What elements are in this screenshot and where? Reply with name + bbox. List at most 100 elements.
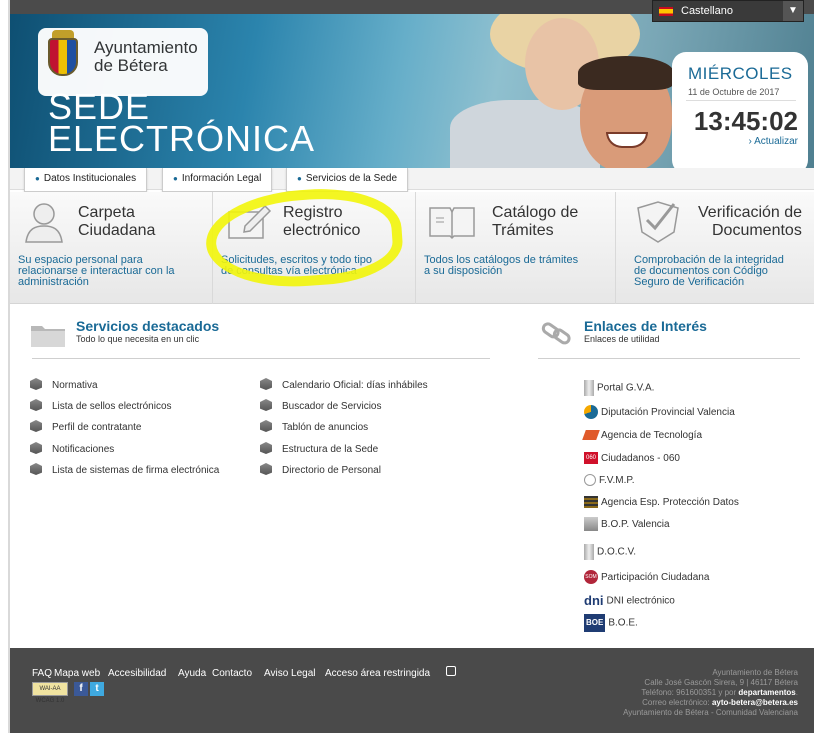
item-label: Calendario Oficial: días inhábiles bbox=[282, 380, 428, 391]
departamentos-link[interactable]: departamentos bbox=[738, 688, 795, 697]
tab-label: Información Legal bbox=[181, 173, 262, 184]
service-verificacion-documentos[interactable]: Verificación de Documentos Comprobación … bbox=[616, 192, 814, 304]
footer-address-org: Ayuntamiento de Bétera bbox=[712, 668, 798, 677]
footer-link-faq[interactable]: FAQ bbox=[32, 668, 52, 679]
service-catalogo-tramites[interactable]: Catálogo de Trámites Todos los catálogos… bbox=[416, 192, 616, 304]
link-label: Agencia Esp. Protección Datos bbox=[601, 497, 739, 508]
email-link[interactable]: ayto-betera@betera.es bbox=[712, 698, 798, 707]
divider bbox=[32, 358, 490, 359]
bop-logo-icon bbox=[584, 517, 598, 532]
email-label: Correo electrónico: bbox=[642, 698, 710, 707]
tab-label: Servicios de la Sede bbox=[305, 173, 398, 184]
bullet-icon: ● bbox=[35, 174, 40, 183]
service-desc2: a su disposición bbox=[424, 265, 503, 277]
list-item[interactable]: Calendario Oficial: días inhábiles bbox=[260, 378, 428, 391]
org-name-line1: Ayuntamiento bbox=[94, 38, 198, 57]
wai-badge[interactable]: WAI-AA WCAG 1.0 bbox=[32, 682, 68, 704]
link-boe[interactable]: BOE B.O.E. bbox=[584, 614, 638, 632]
box-icon bbox=[30, 463, 42, 475]
box-icon bbox=[260, 420, 272, 432]
link-060[interactable]: 060 Ciudadanos - 060 bbox=[584, 451, 680, 467]
twitter-icon[interactable]: t bbox=[90, 682, 104, 696]
gva-logo-icon bbox=[584, 380, 594, 396]
link-participacion[interactable]: SOM Participación Ciudadana bbox=[584, 570, 709, 586]
item-label: Perfil de contratante bbox=[52, 422, 142, 433]
link-label: Diputación Provincial Valencia bbox=[601, 407, 735, 418]
link-fvmp[interactable]: F.V.M.P. bbox=[584, 473, 635, 489]
footer-link-mapa-web[interactable]: Mapa web bbox=[54, 668, 100, 679]
phone-text: Teléfono: 961600351 y por bbox=[641, 688, 737, 697]
header-photo bbox=[430, 14, 700, 168]
box-icon bbox=[260, 399, 272, 411]
book-icon bbox=[429, 207, 475, 240]
list-item[interactable]: Tablón de anuncios bbox=[260, 420, 368, 433]
bullet-icon: ● bbox=[297, 174, 302, 183]
section-title-enlaces: Enlaces de Interés bbox=[584, 318, 707, 334]
box-icon bbox=[30, 378, 42, 390]
link-label: F.V.M.P. bbox=[599, 475, 635, 486]
link-diputacion[interactable]: Diputación Provincial Valencia bbox=[584, 405, 735, 421]
link-docv[interactable]: D.O.C.V. bbox=[584, 544, 636, 560]
diputacion-logo-icon bbox=[584, 405, 598, 420]
link-bop-valencia[interactable]: B.O.P. Valencia bbox=[584, 517, 670, 533]
footer-link-acceso-restringido[interactable]: Acceso área restringida bbox=[325, 668, 430, 679]
fvmp-logo-icon bbox=[584, 474, 596, 487]
link-proteccion-datos[interactable]: Agencia Esp. Protección Datos bbox=[584, 495, 739, 511]
link-label: Agencia de Tecnología bbox=[601, 430, 703, 441]
coat-of-arms-icon bbox=[48, 38, 78, 76]
list-item[interactable]: Lista de sellos electrónicos bbox=[30, 399, 172, 412]
refresh-link[interactable]: › Actualizar bbox=[749, 136, 798, 147]
link-label: B.O.P. Valencia bbox=[601, 519, 670, 530]
footer-link-ayuda[interactable]: Ayuda bbox=[178, 668, 206, 679]
language-label: Castellano bbox=[681, 5, 733, 17]
list-item[interactable]: Normativa bbox=[30, 378, 98, 391]
footer-address-street: Calle José Gascón Sirera, 9 | 46117 Béte… bbox=[644, 678, 798, 687]
footer-region: Ayuntamiento de Bétera - Comunidad Valen… bbox=[623, 708, 798, 717]
link-portal-gva[interactable]: Portal G.V.A. bbox=[584, 380, 654, 396]
section-subtitle-destacados: Todo lo que necesita en un clic bbox=[76, 334, 200, 344]
link-label: DNI electrónico bbox=[606, 595, 675, 607]
item-label: Lista de sellos electrónicos bbox=[52, 401, 172, 412]
weekday: MIÉRCOLES bbox=[688, 64, 793, 83]
item-label: Lista de sistemas de firma electrónica bbox=[52, 465, 220, 476]
service-title1: Carpeta bbox=[78, 204, 135, 221]
link-dni[interactable]: dni DNI electrónico bbox=[584, 593, 675, 609]
section-subtitle-enlaces: Enlaces de utilidad bbox=[584, 334, 660, 344]
list-item[interactable]: Lista de sistemas de firma electrónica bbox=[30, 463, 219, 476]
shield-check-icon bbox=[637, 201, 679, 243]
service-carpeta-ciudadana[interactable]: Carpeta Ciudadana Su espacio personal pa… bbox=[10, 192, 213, 304]
tab-informacion-legal[interactable]: ● Información Legal bbox=[162, 168, 273, 192]
list-item[interactable]: Buscador de Servicios bbox=[260, 399, 382, 412]
list-item[interactable]: Estructura de la Sede bbox=[260, 442, 378, 455]
badge-060-icon: 060 bbox=[584, 452, 598, 465]
box-icon bbox=[30, 420, 42, 432]
footer: FAQ Mapa web Accesibilidad Ayuda Contact… bbox=[10, 648, 814, 733]
list-item[interactable]: Directorio de Personal bbox=[260, 463, 381, 476]
lock-icon bbox=[446, 666, 456, 676]
tab-servicios-sede[interactable]: ● Servicios de la Sede bbox=[286, 168, 409, 192]
service-title2: Ciudadana bbox=[78, 222, 156, 239]
chain-link-icon bbox=[541, 322, 571, 345]
link-label: D.O.C.V. bbox=[597, 546, 637, 558]
org-name-line2: de Bétera bbox=[94, 56, 168, 75]
chevron-down-icon[interactable]: ▼ bbox=[783, 1, 803, 21]
service-title2: Documentos bbox=[712, 222, 802, 239]
som-logo-icon: SOM bbox=[584, 570, 598, 585]
language-selector[interactable]: Castellano ▼ bbox=[652, 0, 804, 22]
divider bbox=[538, 358, 800, 359]
facebook-icon[interactable]: f bbox=[74, 682, 88, 696]
aepd-logo-icon bbox=[584, 496, 598, 509]
boe-logo-icon: BOE bbox=[584, 614, 606, 632]
link-agencia-tecnologia[interactable]: Agencia de Tecnología bbox=[582, 428, 703, 444]
service-desc3: administración bbox=[18, 276, 89, 288]
service-desc3: Seguro de Verificación bbox=[634, 276, 745, 288]
list-item[interactable]: Perfil de contratante bbox=[30, 420, 142, 433]
list-item[interactable]: Notificaciones bbox=[30, 442, 114, 455]
date-time-bubble: MIÉRCOLES 11 de Octubre de 2017 13:45:02… bbox=[672, 52, 808, 168]
tab-datos-institucionales[interactable]: ● Datos Institucionales bbox=[24, 168, 148, 192]
footer-link-accesibilidad[interactable]: Accesibilidad bbox=[108, 668, 166, 679]
footer-link-contacto[interactable]: Contacto bbox=[212, 668, 252, 679]
footer-link-aviso-legal[interactable]: Aviso Legal bbox=[264, 668, 316, 679]
box-icon bbox=[260, 463, 272, 475]
link-label: Ciudadanos - 060 bbox=[601, 453, 680, 464]
